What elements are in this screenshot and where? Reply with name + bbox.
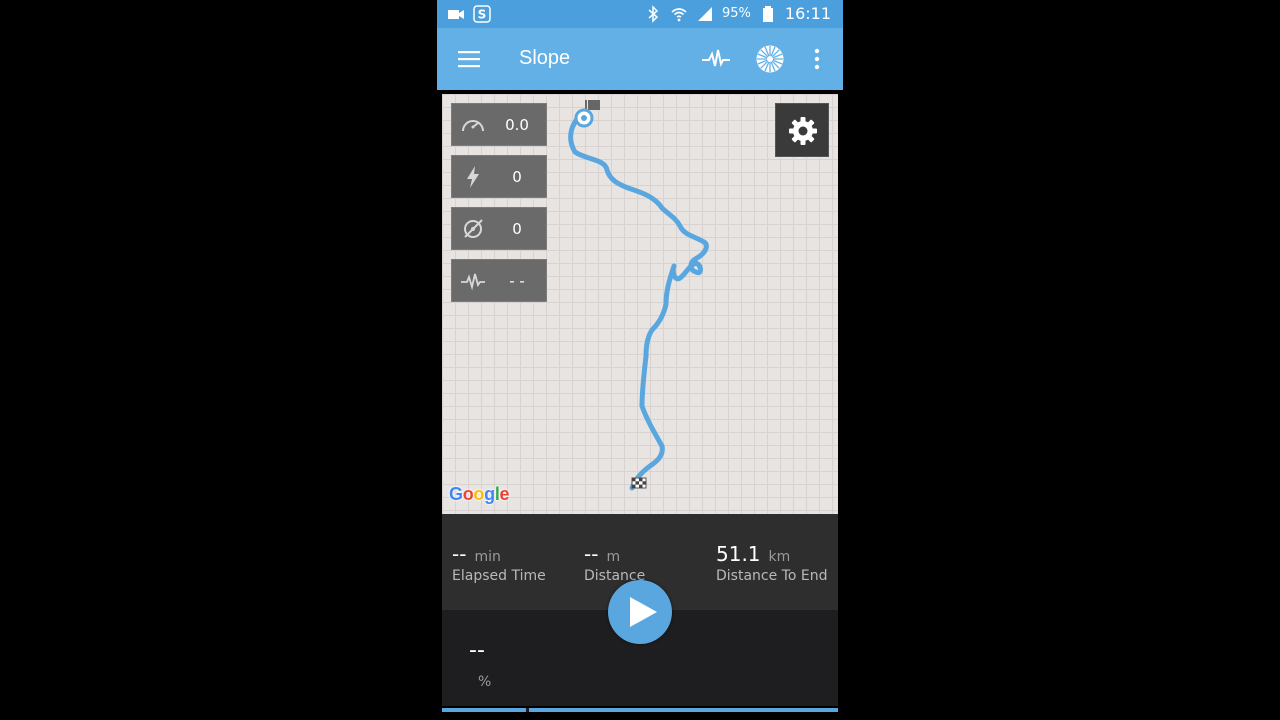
lightning-icon	[460, 164, 486, 190]
battery-icon	[759, 5, 777, 23]
battery-level: 95%	[721, 6, 751, 21]
menu-icon[interactable]	[457, 48, 481, 70]
signal-icon	[696, 5, 714, 23]
map-view[interactable]: 0.0 0 0 - - Google	[442, 94, 838, 514]
app-bar: Slope	[437, 28, 843, 90]
slope-value: --	[469, 638, 485, 663]
cadence-metric[interactable]: 0	[451, 207, 547, 250]
heart-rate-metric[interactable]: - -	[451, 259, 547, 302]
elapsed-time-stat: -- min Elapsed Time	[452, 542, 546, 584]
heart-rate-icon	[460, 268, 486, 294]
heart-rate-value: - -	[509, 272, 525, 290]
distance-value: --	[584, 542, 599, 566]
play-icon	[630, 597, 657, 627]
distance-to-end-unit: km	[768, 549, 791, 565]
app-title: Slope	[519, 47, 571, 69]
pulse-icon[interactable]	[701, 46, 731, 72]
distance-stat: -- m Distance	[584, 542, 645, 584]
cadence-value: 0	[512, 220, 522, 238]
svg-text:S: S	[478, 8, 487, 22]
phone-screen: S 95% 16:11 Slope 0.0 0 0 - - Google -- …	[437, 0, 843, 720]
wifi-icon	[670, 5, 688, 23]
elapsed-time-unit: min	[474, 549, 501, 565]
speed-metric[interactable]: 0.0	[451, 103, 547, 146]
more-vert-icon[interactable]	[811, 47, 823, 71]
bottom-progress-bar	[442, 708, 838, 712]
status-bar: S 95% 16:11	[437, 0, 843, 28]
power-metric[interactable]: 0	[451, 155, 547, 198]
skype-icon: S	[473, 5, 491, 23]
settings-button[interactable]	[775, 103, 829, 157]
progress-segment	[442, 708, 526, 712]
clock: 16:11	[784, 4, 831, 23]
elapsed-time-value: --	[452, 542, 467, 566]
bluetooth-icon	[644, 4, 662, 23]
speedometer-icon	[460, 112, 486, 138]
wheel-icon[interactable]	[755, 44, 785, 74]
power-value: 0	[512, 168, 522, 186]
distance-to-end-label: Distance To End	[716, 568, 828, 584]
start-flag-icon	[588, 100, 600, 110]
progress-segment	[529, 708, 838, 712]
speed-value: 0.0	[505, 116, 529, 134]
slope-unit: %	[478, 674, 492, 690]
google-logo: Google	[449, 484, 510, 504]
play-button[interactable]	[608, 580, 672, 644]
distance-unit: m	[606, 549, 621, 565]
cadence-icon	[460, 216, 486, 242]
elapsed-time-label: Elapsed Time	[452, 568, 546, 584]
finish-flag-icon	[631, 477, 647, 489]
distance-to-end-stat: 51.1 km Distance To End	[716, 542, 827, 584]
gear-icon	[789, 117, 817, 145]
video-icon	[447, 5, 465, 23]
distance-to-end-value: 51.1	[716, 542, 761, 566]
